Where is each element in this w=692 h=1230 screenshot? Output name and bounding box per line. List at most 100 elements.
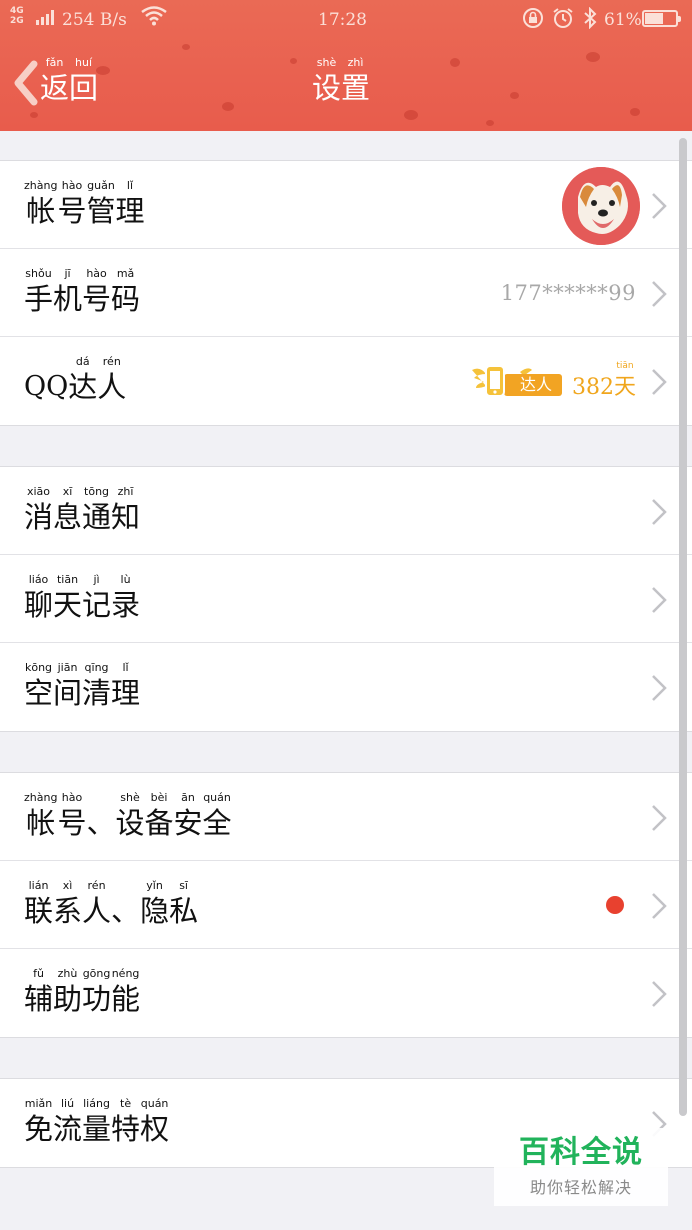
chevron-right-icon (652, 193, 667, 219)
pinyin: jiān (57, 661, 78, 674)
avatar[interactable] (562, 167, 640, 245)
hanzi: 系 (53, 894, 83, 928)
ruby-char: tè 特 (111, 1097, 140, 1147)
ruby-char: lù 录 (111, 573, 140, 623)
settings-list: zhàng 帐 hào 号 guǎn 管 lǐ 理 shǒu 手 jī 机 hào 号 mǎ 码 177****… (0, 131, 692, 1168)
ruby-char: shè 设 (115, 791, 144, 841)
hanzi: 帐 (26, 194, 56, 228)
wifi-icon (141, 6, 167, 26)
hanzi: 流 (53, 1112, 83, 1146)
clock: 17:28 (318, 10, 367, 30)
back-label: fǎn 返 huí 回 (40, 56, 99, 105)
ruby-char: lǐ 理 (115, 179, 144, 229)
hanzi: 理 (115, 194, 145, 228)
watermark: 百科全说 助你轻松解决 (494, 1128, 668, 1206)
network-4g-label: 4G (10, 6, 24, 16)
pinyin: zhàng (24, 791, 58, 804)
row-qq-talent[interactable]: QQ dá 达 rén 人 达人 382 tiān 天 (0, 336, 692, 425)
pinyin: dá (75, 355, 90, 368)
ruby-char: quán 权 (140, 1097, 169, 1147)
row-accessibility[interactable]: fǔ 辅 zhù 助 gōng 功 néng 能 (0, 948, 692, 1037)
chevron-right-icon (652, 675, 667, 701)
hanzi: 特 (111, 1112, 141, 1146)
row-label: shǒu 手 jī 机 hào 号 mǎ 码 (24, 267, 140, 317)
row-label: zhàng 帐 hào 号、 shè 设 bèi 备 ān 安 quán 全 (24, 791, 232, 841)
hanzi: 录 (111, 588, 141, 622)
pinyin: miǎn (24, 1097, 53, 1110)
bluetooth-icon (584, 7, 597, 29)
ruby-char: xī 息 (53, 485, 82, 535)
hanzi: 空 (24, 676, 54, 710)
row-label: xiāo 消 xī 息 tōng 通 zhī 知 (24, 485, 140, 535)
hanzi: 人 (82, 894, 112, 928)
row-phone-number[interactable]: shǒu 手 jī 机 hào 号 mǎ 码 177******99 (0, 248, 692, 337)
pinyin: xī (62, 485, 73, 498)
row-account-device-security[interactable]: zhàng 帐 hào 号、 shè 设 bèi 备 ān 安 quán 全 (0, 773, 692, 861)
pinyin: shè (120, 791, 140, 804)
pinyin: shǒu (25, 267, 52, 280)
hanzi: 、 (111, 894, 141, 928)
hanzi: 帐 (26, 806, 56, 840)
hanzi: 间 (53, 676, 83, 710)
hanzi: 全 (202, 806, 232, 840)
pinyin: qīng (84, 661, 109, 674)
ruby-char: zhàng 帐 (24, 179, 57, 229)
row-label: liáo 聊 tiān 天 jì 记 lù 录 (24, 573, 140, 623)
ruby-char: miǎn 免 (24, 1097, 53, 1147)
row-chat-history[interactable]: liáo 聊 tiān 天 jì 记 lù 录 (0, 554, 692, 643)
pinyin: hào (61, 179, 83, 192)
hanzi: 私 (169, 894, 199, 928)
nav-bar: fǎn 返 huí 回 shè 设 zhì 置 (0, 38, 692, 131)
hanzi: 管 (86, 194, 116, 228)
ruby-char: shǒu 手 (24, 267, 53, 317)
hanzi: 理 (111, 676, 141, 710)
ruby-char: jiān 间 (53, 661, 82, 711)
ruby-char: qīng 清 (82, 661, 111, 711)
ruby-char: 、 (111, 879, 140, 929)
hanzi: 免 (24, 1112, 54, 1146)
pinyin: néng (111, 967, 140, 980)
settings-group: zhàng 帐 hào 号、 shè 设 bèi 备 ān 安 quán 全 lián 联 xì 系 rén 人、… (0, 772, 692, 1038)
hanzi: 功 (82, 982, 112, 1016)
hanzi: 消 (24, 500, 54, 534)
row-account-management[interactable]: zhàng 帐 hào 号 guǎn 管 lǐ 理 (0, 161, 692, 249)
chevron-right-icon (652, 893, 667, 919)
scrollbar[interactable] (679, 138, 687, 1116)
ruby-char: rén 人 (97, 355, 126, 405)
ruby-char: tiān 天 (614, 359, 636, 403)
row-message-notifications[interactable]: xiāo 消 xī 息 tōng 通 zhī 知 (0, 467, 692, 555)
pinyin: sī (179, 879, 188, 892)
pinyin: xiāo (26, 485, 51, 498)
hanzi: 量 (82, 1112, 112, 1146)
pinyin: xì (62, 879, 73, 892)
header-bar: 4G 2G 254 B/s 17:28 61% fǎn 返 huí 回 shè … (0, 0, 692, 131)
ruby-char: xì 系 (53, 879, 82, 929)
row-label: miǎn 免 liú 流 liáng 量 tè 特 quán 权 (24, 1097, 169, 1147)
ruby-char: fǔ 辅 (24, 967, 53, 1017)
pinyin: kōng (24, 661, 53, 674)
row-storage-cleanup[interactable]: kōng 空 jiān 间 qīng 清 lǐ 理 (0, 642, 692, 731)
pinyin: jì (93, 573, 100, 586)
battery-icon (642, 10, 681, 27)
pinyin: tōng (84, 485, 110, 498)
hanzi: 人 (97, 370, 127, 404)
hanzi: 隐 (140, 894, 170, 928)
hanzi: 联 (24, 894, 54, 928)
pinyin: quán (203, 791, 231, 804)
pinyin: liú (60, 1097, 75, 1110)
hanzi: 记 (82, 588, 112, 622)
hanzi: 助 (53, 982, 83, 1016)
hanzi: 号 (82, 282, 112, 316)
settings-group: zhàng 帐 hào 号 guǎn 管 lǐ 理 shǒu 手 jī 机 hào 号 mǎ 码 177****… (0, 160, 692, 426)
back-button[interactable]: fǎn 返 huí 回 (10, 56, 98, 106)
row-contacts-privacy[interactable]: lián 联 xì 系 rén 人、 yǐn 隐 sī 私 (0, 860, 692, 949)
ruby-char: gōng 功 (82, 967, 111, 1017)
hanzi: 能 (111, 982, 141, 1016)
pinyin: tè (120, 1097, 132, 1110)
pinyin: liáo (28, 573, 49, 586)
ruby-char: jì 记 (82, 573, 111, 623)
hanzi: 天 (614, 375, 637, 400)
